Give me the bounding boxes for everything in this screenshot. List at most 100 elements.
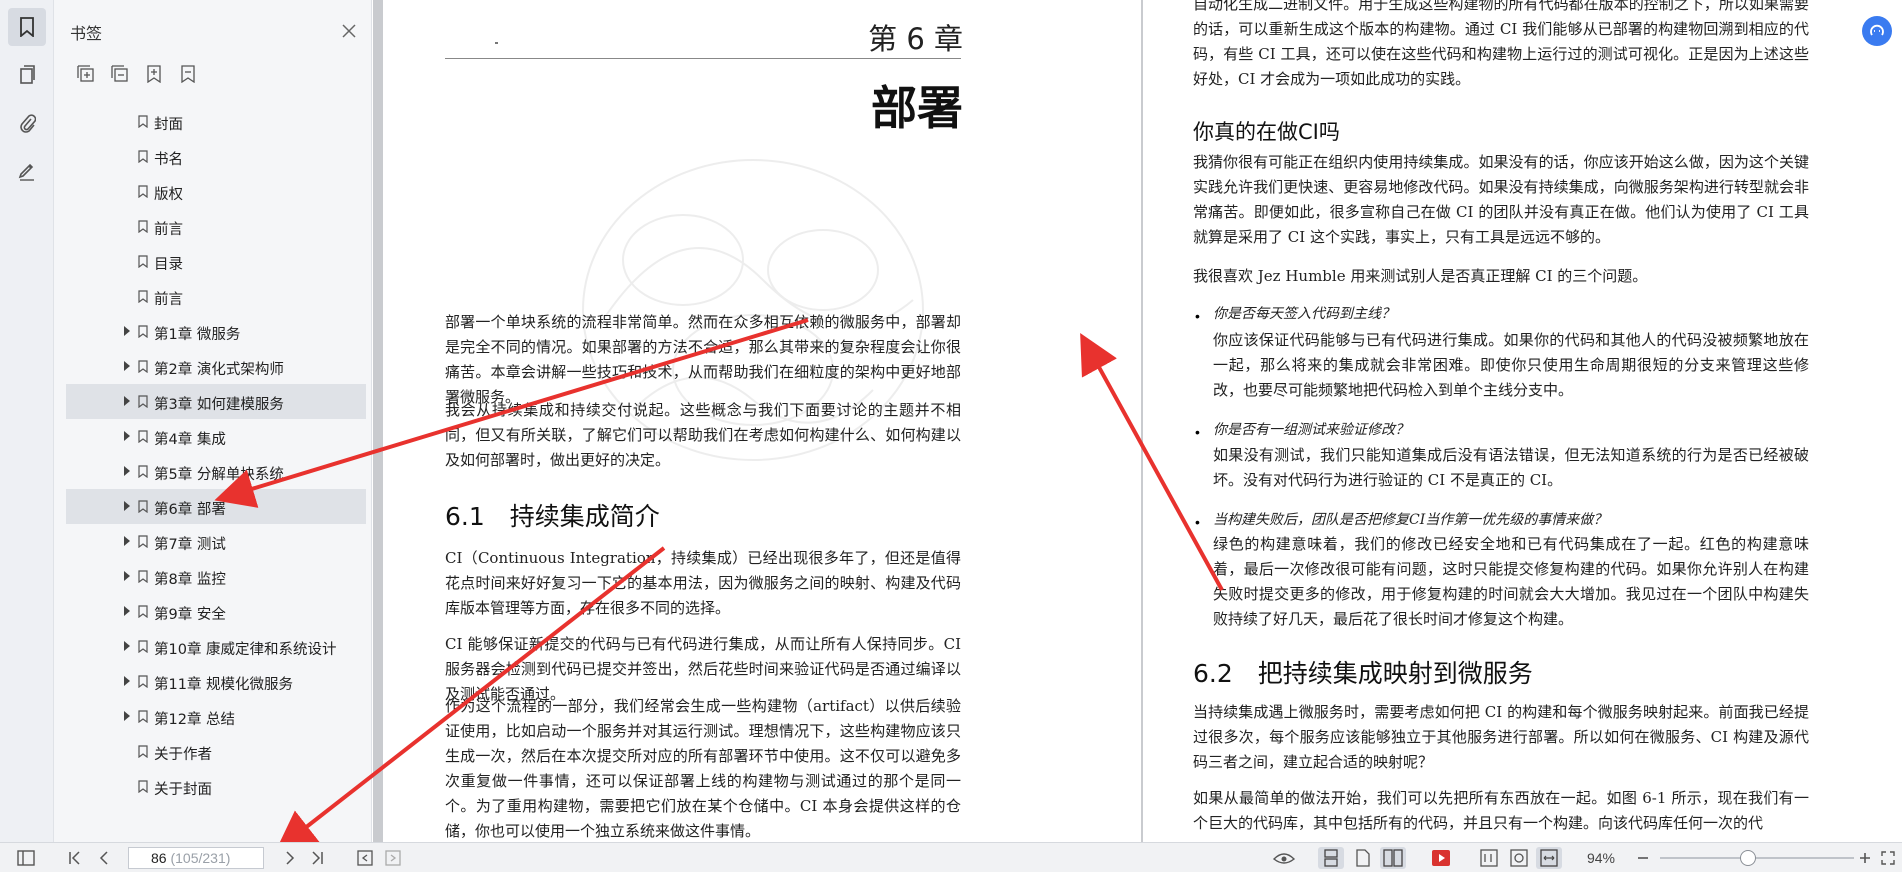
- bookmark-label: 版权: [154, 187, 183, 203]
- document-view[interactable]: 第 6 章 部署 部署一个单块系统的流程非常简单。然而在众多相互依赖的微服务中，…: [373, 0, 1902, 842]
- single-page-button[interactable]: [1350, 847, 1376, 869]
- page-number-input[interactable]: 86 (105/231): [128, 847, 264, 869]
- bookmark-label: 第7章 测试: [154, 537, 226, 553]
- sidebar-toggle-button[interactable]: [14, 847, 38, 869]
- continuous-pages-icon: [1324, 849, 1338, 867]
- back-view-button[interactable]: [354, 847, 376, 869]
- bookmark-item[interactable]: 第10章 康威定律和系统设计: [66, 629, 366, 664]
- page-right: 自动化生成二进制文件。用于生成这些构建物的所有代码都在版本的控制之下，所以如果需…: [1143, 0, 1902, 842]
- bookmark-icon: [138, 220, 148, 233]
- assistant-icon: [1870, 24, 1884, 36]
- close-panel-button[interactable]: [338, 20, 360, 42]
- bookmark-item[interactable]: 前言: [66, 279, 366, 314]
- section-6-1-title: 6.1 持续集成简介: [445, 502, 660, 531]
- next-page-button[interactable]: [278, 847, 300, 869]
- bookmark-item[interactable]: 第9章 安全: [66, 594, 366, 629]
- bullet-3-answer: 绿色的构建意味着，我们的修改已经安全地和已有代码集成在了一起。红色的构建意味着，…: [1213, 535, 1809, 628]
- bookmark-label: 第10章 康威定律和系统设计: [154, 642, 337, 658]
- actual-size-icon: [1480, 849, 1498, 867]
- bookmark-icon: [138, 640, 148, 653]
- page-left: 第 6 章 部署 部署一个单块系统的流程非常简单。然而在众多相互依赖的微服务中，…: [383, 0, 1141, 842]
- expand-all-button[interactable]: [74, 62, 98, 86]
- attachment-panel-button[interactable]: [8, 104, 46, 142]
- zoom-slider[interactable]: [1660, 857, 1854, 859]
- section-6-1-paragraph-1: CI（Continuous Integration，持续集成）已经出现很多年了，…: [445, 549, 961, 617]
- bookmark-item[interactable]: 第4章 集成: [66, 419, 366, 454]
- chevron-right-icon: [286, 851, 295, 865]
- collapse-all-button[interactable]: [108, 62, 132, 86]
- bookmark-item[interactable]: 第5章 分解单块系统: [66, 454, 366, 489]
- actual-size-button[interactable]: [1476, 847, 1502, 869]
- eye-icon: [1273, 853, 1295, 864]
- expand-caret-icon[interactable]: [124, 711, 130, 721]
- bookmark-panel-button[interactable]: [8, 8, 46, 46]
- bookmark-label: 目录: [154, 257, 183, 273]
- expand-caret-icon[interactable]: [124, 326, 130, 336]
- two-page-button[interactable]: [1380, 847, 1406, 869]
- bookmark-item[interactable]: 第2章 演化式架构师: [66, 349, 366, 384]
- rule-mark: [495, 42, 498, 44]
- bookmark-icon: [138, 185, 148, 198]
- bookmark-item[interactable]: 第6章 部署: [66, 489, 366, 524]
- expand-caret-icon[interactable]: [124, 501, 130, 511]
- bookmark-item[interactable]: 第8章 监控: [66, 559, 366, 594]
- bullet-1-dot: •: [1195, 308, 1200, 324]
- bookmark-label: 关于作者: [154, 747, 212, 763]
- remove-bookmark-button[interactable]: [176, 62, 200, 86]
- bookmark-item[interactable]: 书名: [66, 139, 366, 174]
- bookmark-item[interactable]: 版权: [66, 174, 366, 209]
- chevron-left-icon: [99, 851, 108, 865]
- slideshow-button[interactable]: [1428, 847, 1454, 869]
- two-page-icon: [1383, 849, 1403, 867]
- bookmark-item[interactable]: 前言: [66, 209, 366, 244]
- expand-caret-icon[interactable]: [124, 676, 130, 686]
- chapter-rule: [445, 58, 961, 59]
- pages-icon: [20, 65, 35, 84]
- bookmark-item[interactable]: 第7章 测试: [66, 524, 366, 559]
- assistant-button[interactable]: [1862, 16, 1892, 46]
- expand-caret-icon[interactable]: [124, 431, 130, 441]
- last-page-button[interactable]: [306, 847, 328, 869]
- bookmark-item[interactable]: 目录: [66, 244, 366, 279]
- expand-caret-icon[interactable]: [124, 536, 130, 546]
- read-mode-button[interactable]: [1270, 847, 1298, 869]
- fit-width-icon: [1540, 849, 1558, 867]
- fit-width-button[interactable]: [1536, 847, 1562, 869]
- continuous-scroll-button[interactable]: [1318, 847, 1344, 869]
- expand-caret-icon[interactable]: [124, 606, 130, 616]
- zoom-out-button[interactable]: [1634, 847, 1652, 869]
- expand-caret-icon[interactable]: [124, 571, 130, 581]
- fullscreen-icon: [1881, 851, 1895, 865]
- bookmark-item[interactable]: 封面: [66, 104, 366, 139]
- bookmark-item[interactable]: 关于作者: [66, 734, 366, 769]
- fit-page-button[interactable]: [1506, 847, 1532, 869]
- section-6-2-title: 6.2 把持续集成映射到微服务: [1193, 659, 1533, 688]
- bookmark-item[interactable]: 第12章 总结: [66, 699, 366, 734]
- expand-caret-icon[interactable]: [124, 466, 130, 476]
- bookmark-item[interactable]: 第11章 规模化微服务: [66, 664, 366, 699]
- back-view-icon: [357, 850, 373, 866]
- pen-icon: [18, 163, 34, 181]
- thumbnail-panel-button[interactable]: [8, 56, 46, 94]
- previous-page-button[interactable]: [94, 847, 116, 869]
- zoom-in-button[interactable]: [1856, 847, 1874, 869]
- expand-caret-icon[interactable]: [124, 361, 130, 371]
- forward-view-button[interactable]: [382, 847, 404, 869]
- expand-caret-icon[interactable]: [124, 396, 130, 406]
- bookmark-item[interactable]: 关于封面: [66, 769, 366, 804]
- first-page-button[interactable]: [64, 847, 86, 869]
- bookmark-item[interactable]: 第1章 微服务: [66, 314, 366, 349]
- zoom-level[interactable]: 94%: [1578, 847, 1624, 869]
- bookmark-icon: [138, 780, 148, 793]
- zoom-slider-handle[interactable]: [1740, 850, 1756, 866]
- paperclip-icon: [20, 114, 36, 133]
- fullscreen-button[interactable]: [1878, 847, 1898, 869]
- bookmark-label: 前言: [154, 292, 183, 308]
- add-bookmark-button[interactable]: [142, 62, 166, 86]
- right-top-paragraph: 自动化生成二进制文件。用于生成这些构建物的所有代码都在版本的控制之下，所以如果需…: [1193, 0, 1809, 88]
- signature-panel-button[interactable]: [8, 152, 46, 190]
- current-page-number: 86: [151, 850, 167, 866]
- bookmark-label: 书名: [154, 152, 183, 168]
- bookmark-item[interactable]: 第3章 如何建模服务: [66, 384, 366, 419]
- expand-caret-icon[interactable]: [124, 641, 130, 651]
